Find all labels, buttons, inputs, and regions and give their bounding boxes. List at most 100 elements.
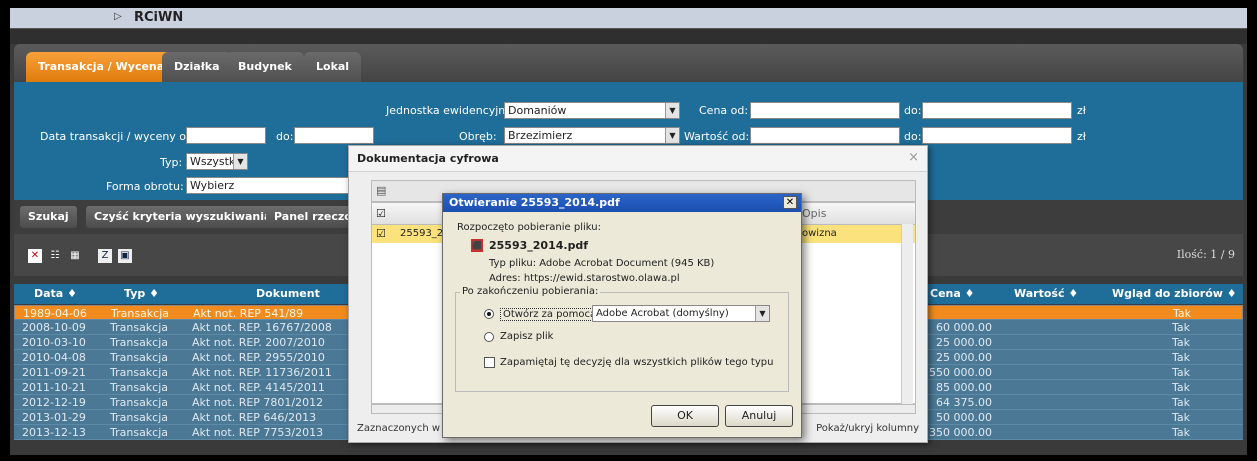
typ-label: Typ: <box>160 156 183 169</box>
cell-typ: Transakcja <box>110 366 169 379</box>
cell-dokument: Akt not. REP. 2007/2010 <box>192 336 325 349</box>
separator-bar <box>10 28 1247 44</box>
group-label: Po zakończeniu pobierania: <box>460 286 601 297</box>
cell-dokument: Akt not. REP 7801/2012 <box>192 396 324 409</box>
wartosc-currency: zł <box>1077 130 1086 143</box>
dokumentacja-title: Dokumentacja cyfrowa <box>357 152 499 165</box>
open-file-header: Otwieranie 25593_2014.pdf ✕ <box>443 194 801 212</box>
checkbox-all-icon[interactable]: ☑ <box>376 207 386 220</box>
forma-select[interactable]: Wybierz <box>186 177 356 194</box>
wartosc-od-input[interactable] <box>750 127 900 144</box>
data-do-input[interactable] <box>294 127 374 144</box>
select-all-icon[interactable]: ☷ <box>48 249 62 263</box>
cena-do-input[interactable] <box>922 102 1072 119</box>
cell-dokument: Akt not. REP 646/2013 <box>192 411 317 424</box>
cancel-button[interactable]: Anuluj <box>725 405 793 427</box>
file-address: Adres: https://ewid.starostwo.olawa.pl <box>489 273 680 284</box>
cell-wglad: Tak <box>1171 411 1190 424</box>
search-button[interactable]: Szukaj <box>20 206 77 228</box>
cell-cena: 550 000.00 <box>929 366 992 379</box>
delete-icon[interactable]: ✕ <box>28 249 42 263</box>
ok-button[interactable]: OK <box>651 405 719 427</box>
tab-lokal[interactable]: Lokal <box>304 52 362 82</box>
remember-checkbox[interactable] <box>484 357 495 368</box>
tab-transakcja[interactable]: Transakcja / Wycena <box>26 52 177 82</box>
cell-dokument: Akt not. REP. 16767/2008 <box>192 321 332 334</box>
dokumentacja-header: Dokumentacja cyfrowa × <box>349 146 927 172</box>
cell-typ: Transakcja <box>110 426 169 439</box>
cell-data: 2013-01-29 <box>22 411 86 424</box>
obreb-select[interactable]: Brzezimierz ▼ <box>504 127 680 144</box>
wartosc-do-input[interactable] <box>922 127 1072 144</box>
cell-cena: 60 000.00 <box>936 321 992 334</box>
tab-budynek[interactable]: Budynek <box>226 52 304 82</box>
save-file-label[interactable]: Zapisz plik <box>500 331 553 342</box>
cell-wglad: Tak <box>1171 321 1190 334</box>
cell-typ: Transakcja <box>110 411 169 424</box>
tab-dzialka[interactable]: Działka <box>162 52 232 82</box>
vertical-scrollbar[interactable] <box>901 224 913 404</box>
remember-label[interactable]: Zapamiętaj tę decyzję dla wszystkich pli… <box>500 357 773 368</box>
toggle-columns-link[interactable]: Pokaż/ukryj kolumny <box>816 423 919 434</box>
app-titlebar: ▷ RCiWN <box>10 8 1247 28</box>
expand-arrow-icon[interactable]: ▷ <box>114 11 122 22</box>
tab-bar: Transakcja / Wycena Działka Budynek Loka… <box>14 44 1243 82</box>
cell-typ: Transakcja <box>111 307 170 320</box>
cell-typ: Transakcja <box>110 396 169 409</box>
data-od-input[interactable] <box>186 127 266 144</box>
wartosc-od-label: Wartość od: <box>684 130 750 143</box>
cell-typ: Transakcja <box>110 351 169 364</box>
wartosc-do-label: do: <box>904 130 922 143</box>
obreb-label: Obręb: <box>459 130 497 143</box>
jednostka-select[interactable]: Domaniów ▼ <box>504 102 680 119</box>
open-file-dialog: Otwieranie 25593_2014.pdf ✕ Rozpoczęto p… <box>442 193 802 438</box>
typ-select[interactable]: Wszystkie ▼ <box>186 153 248 170</box>
cell-data: 2008-10-09 <box>22 321 86 334</box>
cell-wglad: Tak <box>1171 381 1190 394</box>
col-wartosc[interactable]: Wartość ♦ <box>1014 287 1078 300</box>
close-icon[interactable]: ✕ <box>783 196 797 209</box>
save-file-radio[interactable] <box>484 332 494 342</box>
cell-dokument: Akt not. REP. 11736/2011 <box>192 366 332 379</box>
app-window: ▷ RCiWN Transakcja / Wycena Działka Budy… <box>10 8 1247 455</box>
cell-typ: Transakcja <box>110 336 169 349</box>
chevron-down-icon: ▼ <box>665 128 679 143</box>
cell-data: 2011-09-21 <box>22 366 86 379</box>
open-with-label[interactable]: Otwórz za pomocą <box>500 308 600 321</box>
cell-typ: Transakcja <box>110 381 169 394</box>
map-icon[interactable]: ▣ <box>118 249 132 263</box>
open-with-app-select[interactable]: Adobe Acrobat (domyślny) ▼ <box>592 305 770 322</box>
cell-dokument: Akt not. REP. 4145/2011 <box>192 381 325 394</box>
open-with-radio[interactable] <box>484 309 494 319</box>
forma-label: Forma obrotu: <box>106 180 184 193</box>
col-typ[interactable]: Typ ♦ <box>124 287 159 300</box>
cena-do-label: do: <box>904 104 922 117</box>
checkbox-icon[interactable]: ☑ <box>376 227 386 240</box>
col-wglad[interactable]: Wgląd do zbiorów ♦ <box>1112 287 1237 300</box>
cell-data: 2010-03-10 <box>22 336 86 349</box>
clear-criteria-button[interactable]: Czyść kryteria wyszukiwania <box>86 206 280 228</box>
cell-wglad: Tak <box>1171 396 1190 409</box>
cell-cena: 350 000.00 <box>929 426 992 439</box>
cell-dokument: Akt not. REP. 2955/2010 <box>192 351 325 364</box>
jednostka-value: Domaniów <box>508 104 567 117</box>
chevron-down-icon: ▼ <box>755 306 769 321</box>
cell-data: 2010-04-08 <box>22 351 86 364</box>
cena-od-input[interactable] <box>750 102 900 119</box>
cell-wglad: Tak <box>1171 366 1190 379</box>
close-icon[interactable]: × <box>908 150 919 165</box>
zoom-icon[interactable]: Z <box>98 249 112 263</box>
col-dokument[interactable]: Dokument <box>256 287 320 300</box>
file-type: Typ pliku: Adobe Acrobat Document (945 K… <box>489 258 715 269</box>
cell-wglad: Tak <box>1172 307 1191 320</box>
cell-cena: 25 000.00 <box>936 351 992 364</box>
chevron-down-icon: ▼ <box>665 103 679 118</box>
chevron-down-icon: ▼ <box>233 154 247 169</box>
cell-cena: 50 000.00 <box>936 411 992 424</box>
col-cena[interactable]: Cena ♦ <box>930 287 975 300</box>
selected-count: Zaznaczonych w <box>357 423 441 434</box>
grid-view-icon[interactable]: ▦ <box>68 249 82 263</box>
zip-icon[interactable]: ▤ <box>376 184 386 197</box>
col-data[interactable]: Data ♦ <box>34 287 77 300</box>
cell-wglad: Tak <box>1171 351 1190 364</box>
